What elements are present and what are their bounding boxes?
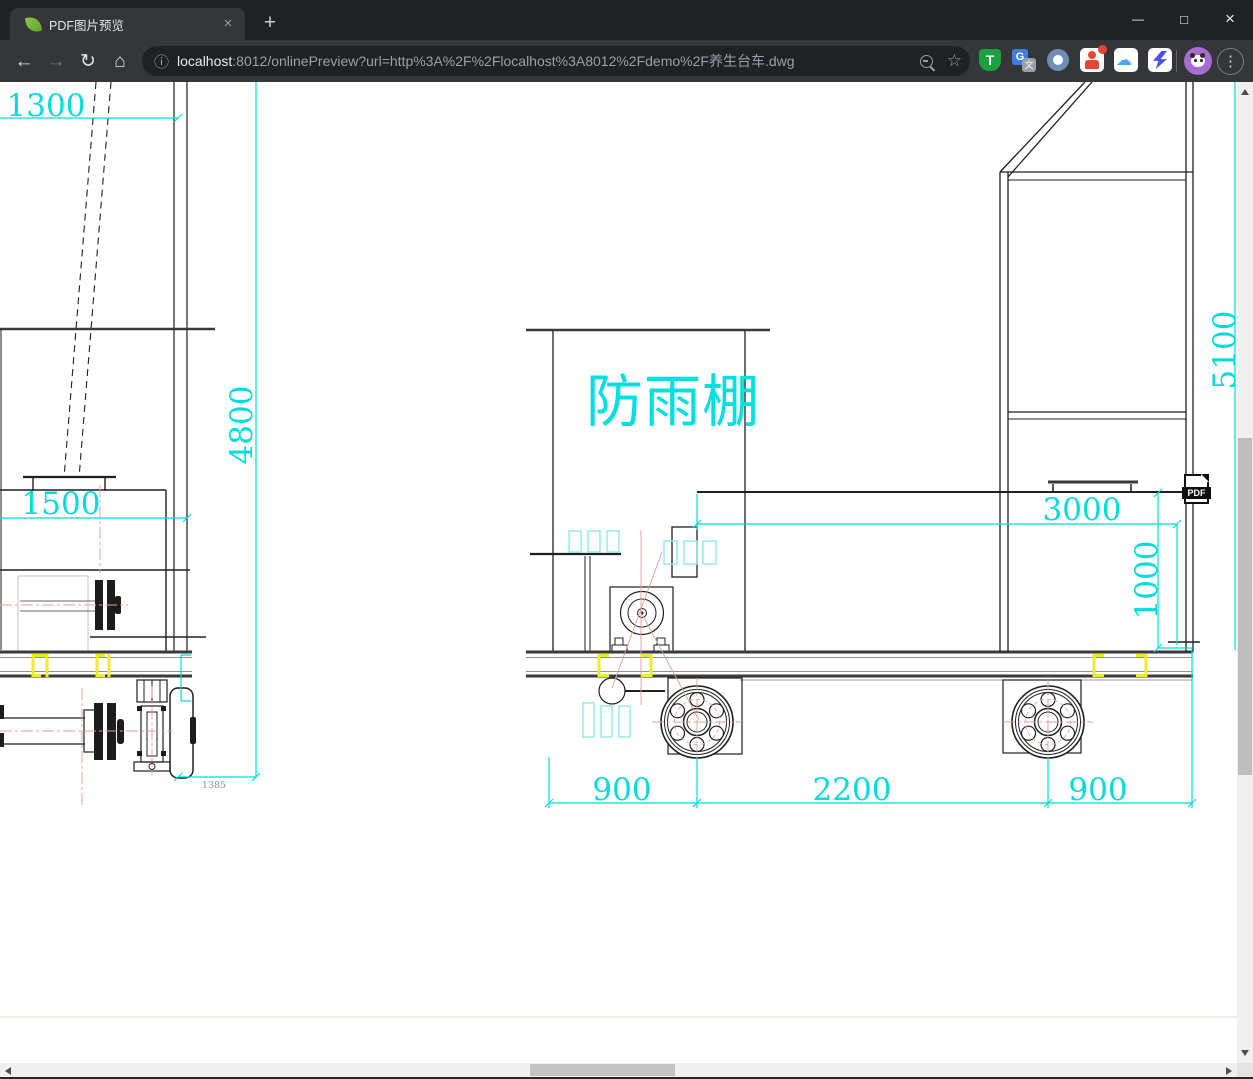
new-tab-button[interactable]: + xyxy=(256,10,284,38)
scroll-up-arrow-icon[interactable] xyxy=(1241,89,1249,95)
extension-ring-icon[interactable] xyxy=(1046,48,1070,72)
dim-5100-label: 5100 xyxy=(1207,311,1237,390)
browser-tab[interactable]: PDF图片预览 × xyxy=(10,8,245,40)
canopy-label: 防雨棚 xyxy=(586,369,760,435)
dim-1385-label: 1385 xyxy=(202,780,226,791)
maximize-button[interactable]: □ xyxy=(1161,0,1207,38)
tab-close-icon[interactable]: × xyxy=(219,15,237,33)
bookmark-star-icon[interactable]: ☆ xyxy=(947,51,962,71)
url-path: :8012/onlinePreview?url=http%3A%2F%2Floc… xyxy=(232,53,795,69)
minimize-button[interactable]: — xyxy=(1115,0,1161,38)
extension-translate-icon[interactable]: G文 xyxy=(1012,48,1036,72)
dim-1500-label: 1500 xyxy=(22,486,101,522)
url-host: localhost xyxy=(177,53,233,69)
home-button[interactable]: ⌂ xyxy=(106,48,134,76)
centerlines xyxy=(0,485,1093,808)
url-text[interactable]: localhost:8012/onlinePreview?url=http%3A… xyxy=(177,51,795,71)
dim-3000-label: 3000 xyxy=(1043,492,1122,528)
dim-900-left-label: 900 xyxy=(592,772,651,808)
pdf-badge-label: PDF xyxy=(1182,487,1211,499)
vertical-scrollbar[interactable] xyxy=(1237,82,1253,1063)
browser-window: PDF图片预览 × + — □ × ← → ↻ ⌂ ⓘ localhost:80… xyxy=(0,0,1253,1079)
horizontal-scrollbar-thumb[interactable] xyxy=(530,1064,675,1076)
reload-button[interactable]: ↻ xyxy=(74,48,102,76)
address-bar[interactable]: ⓘ localhost:8012/onlinePreview?url=http%… xyxy=(142,46,970,76)
extension-thunder-icon[interactable] xyxy=(1148,48,1172,72)
pdf-fold-corner-icon xyxy=(1201,474,1209,482)
preview-canvas: 1300 1500 4800 5100 3000 1000 900 2200 9… xyxy=(0,82,1237,1063)
dim-1300-label: 1300 xyxy=(7,88,86,124)
scroll-right-arrow-icon[interactable] xyxy=(1226,1066,1232,1075)
tab-title: PDF图片预览 xyxy=(49,18,125,33)
page-divider xyxy=(0,1016,1237,1018)
toolbar-separator xyxy=(1176,50,1177,72)
spring-leaf-favicon-icon xyxy=(25,15,42,33)
tab-strip: PDF图片预览 × + — □ × xyxy=(0,0,1253,40)
panda-face-icon xyxy=(1190,53,1205,67)
horizontal-scrollbar[interactable] xyxy=(0,1063,1237,1077)
window-controls: — □ × xyxy=(1115,0,1253,38)
extension-cloud-icon[interactable]: ☁ xyxy=(1114,48,1138,72)
scrollbar-corner xyxy=(1237,1063,1253,1077)
notification-badge xyxy=(1098,45,1107,54)
forward-button[interactable]: → xyxy=(42,48,70,76)
back-button[interactable]: ← xyxy=(10,48,38,76)
extensions-row: T G文 ☁ xyxy=(978,45,1172,72)
vertical-scrollbar-thumb[interactable] xyxy=(1238,438,1252,775)
browser-menu-button[interactable]: ⋮ xyxy=(1217,48,1244,75)
pdf-download-button[interactable]: PDF xyxy=(1182,474,1211,504)
dim-4800-label: 4800 xyxy=(224,386,260,465)
cad-drawing: 1300 1500 4800 5100 3000 1000 900 2200 9… xyxy=(0,82,1237,808)
extension-notify-icon[interactable] xyxy=(1080,45,1107,72)
dim-2200-label: 2200 xyxy=(813,772,892,808)
zoom-out-icon[interactable] xyxy=(919,54,933,68)
profile-avatar[interactable] xyxy=(1184,47,1212,75)
page-info-icon[interactable]: ⓘ xyxy=(154,51,169,72)
scroll-left-arrow-icon[interactable] xyxy=(5,1066,11,1075)
dim-1000-label: 1000 xyxy=(1129,541,1165,620)
window-close-button[interactable]: × xyxy=(1207,0,1253,38)
extension-tampermonkey-icon[interactable]: T xyxy=(978,48,1002,72)
dim-900-right-label: 900 xyxy=(1068,772,1127,808)
scroll-down-arrow-icon[interactable] xyxy=(1241,1050,1249,1056)
